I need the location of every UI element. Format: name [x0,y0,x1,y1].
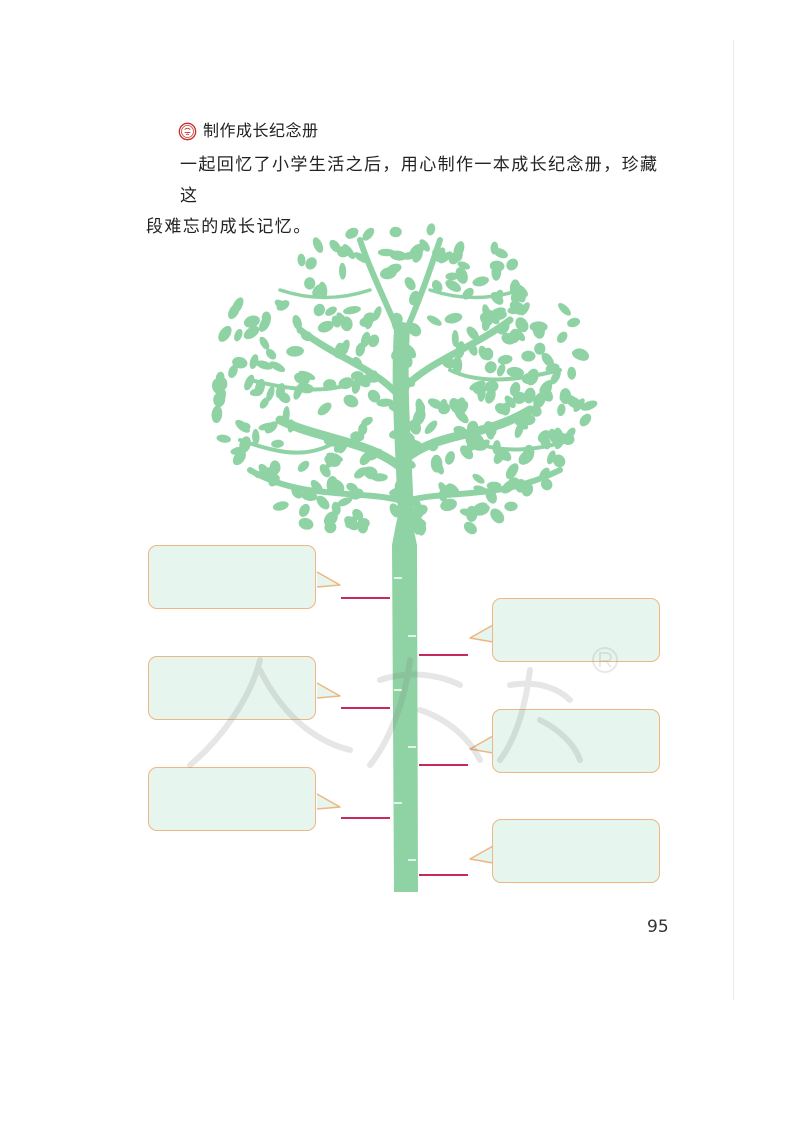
tree-leaf [567,366,577,380]
growth-tree-illustration [211,223,598,892]
tree-leaf [305,257,317,270]
tree-leaf [426,223,436,236]
tree-leaf [579,413,592,427]
tree-leaf [463,521,477,535]
tree-leaf [489,260,505,272]
speech-tail-left-3 [316,793,341,810]
tree-leaf [304,277,316,290]
tree-leaf [297,253,306,267]
tree-leaf [504,501,518,512]
tree-leaf [343,394,359,408]
tree-leaf [484,361,497,374]
tree-leaf [556,331,568,343]
tree-leaf [271,439,284,448]
tree-leaf [286,345,304,357]
tree-leaf [497,354,513,365]
speech-tail-right-3 [469,845,494,864]
tree-leaf [216,434,231,443]
memory-note-box-right-3[interactable] [492,819,660,883]
tree-leaf [338,262,347,280]
tree-leaf [558,303,571,316]
tree-leaf [317,402,332,416]
tree-leaf [444,312,463,324]
tree-leaf [529,321,548,333]
tree-leaf [462,287,474,300]
tree-leaf [298,503,310,517]
tree-leaf [272,501,289,511]
memory-note-box-left-1[interactable] [148,545,316,609]
page-number: 95 [647,917,669,937]
tree-leaf [490,508,505,524]
tree-leaf [496,363,506,377]
tree-leaf [297,460,310,472]
tree-leaf [211,405,223,424]
tree-leaf [424,420,438,435]
tree-leaf [243,315,260,328]
publisher-watermark-logo [187,647,618,768]
tree-leaf [389,226,402,238]
tree-leaf [298,517,314,530]
tree-leaf [312,237,324,253]
tree-leaf [234,328,243,342]
tree-leaf [472,276,489,287]
speech-tail-left-1 [316,571,341,588]
tree-leaf [567,317,581,328]
tree-leaf [557,403,566,417]
tree-leaf [426,315,442,326]
tree-leaf [343,306,361,315]
tree-leaf [404,277,416,291]
tree-leaf [445,451,455,465]
tree-leaf [521,350,536,362]
tree-leaf [472,473,485,484]
tree-leaf [218,325,232,342]
tree-leaf [313,303,326,317]
tree-leaf [506,258,519,271]
